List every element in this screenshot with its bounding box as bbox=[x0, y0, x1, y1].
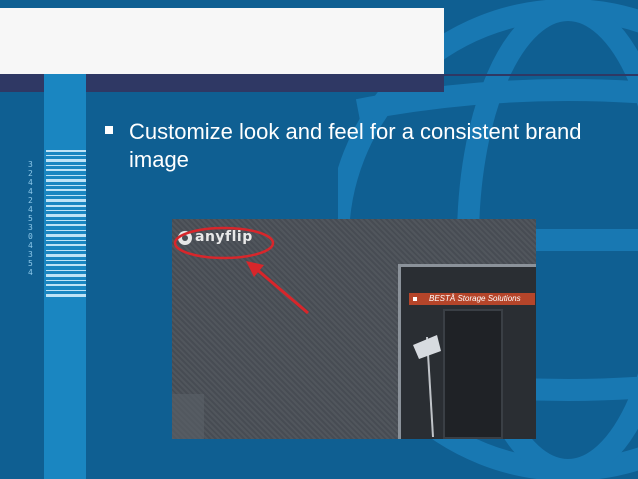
flipbook-preview: BESTÅ Storage Solutions bbox=[398, 264, 536, 439]
screenshot-corner-block bbox=[172, 394, 204, 439]
preview-header-dot bbox=[413, 297, 417, 301]
preview-header-bar: BESTÅ Storage Solutions bbox=[409, 293, 535, 305]
preview-title: BESTÅ Storage Solutions bbox=[429, 294, 521, 303]
slide-canvas: 3 2 4 4 2 4 5 3 0 4 3 5 4 Customize look… bbox=[0, 0, 638, 479]
barcode-decoration bbox=[46, 150, 86, 297]
shelf-image bbox=[443, 309, 503, 439]
bullet-square-icon bbox=[105, 126, 113, 134]
barcode-digits: 3 2 4 4 2 4 5 3 0 4 3 5 4 bbox=[28, 160, 33, 277]
embedded-screenshot: anyflip BESTÅ Storage Solutions bbox=[172, 219, 536, 439]
title-bar-extension bbox=[444, 74, 638, 76]
highlight-ellipse bbox=[173, 226, 275, 260]
title-area bbox=[0, 8, 444, 74]
bullet-text: Customize look and feel for a consistent… bbox=[129, 119, 582, 172]
red-arrow-icon bbox=[246, 261, 309, 315]
lamp-image bbox=[413, 335, 441, 437]
